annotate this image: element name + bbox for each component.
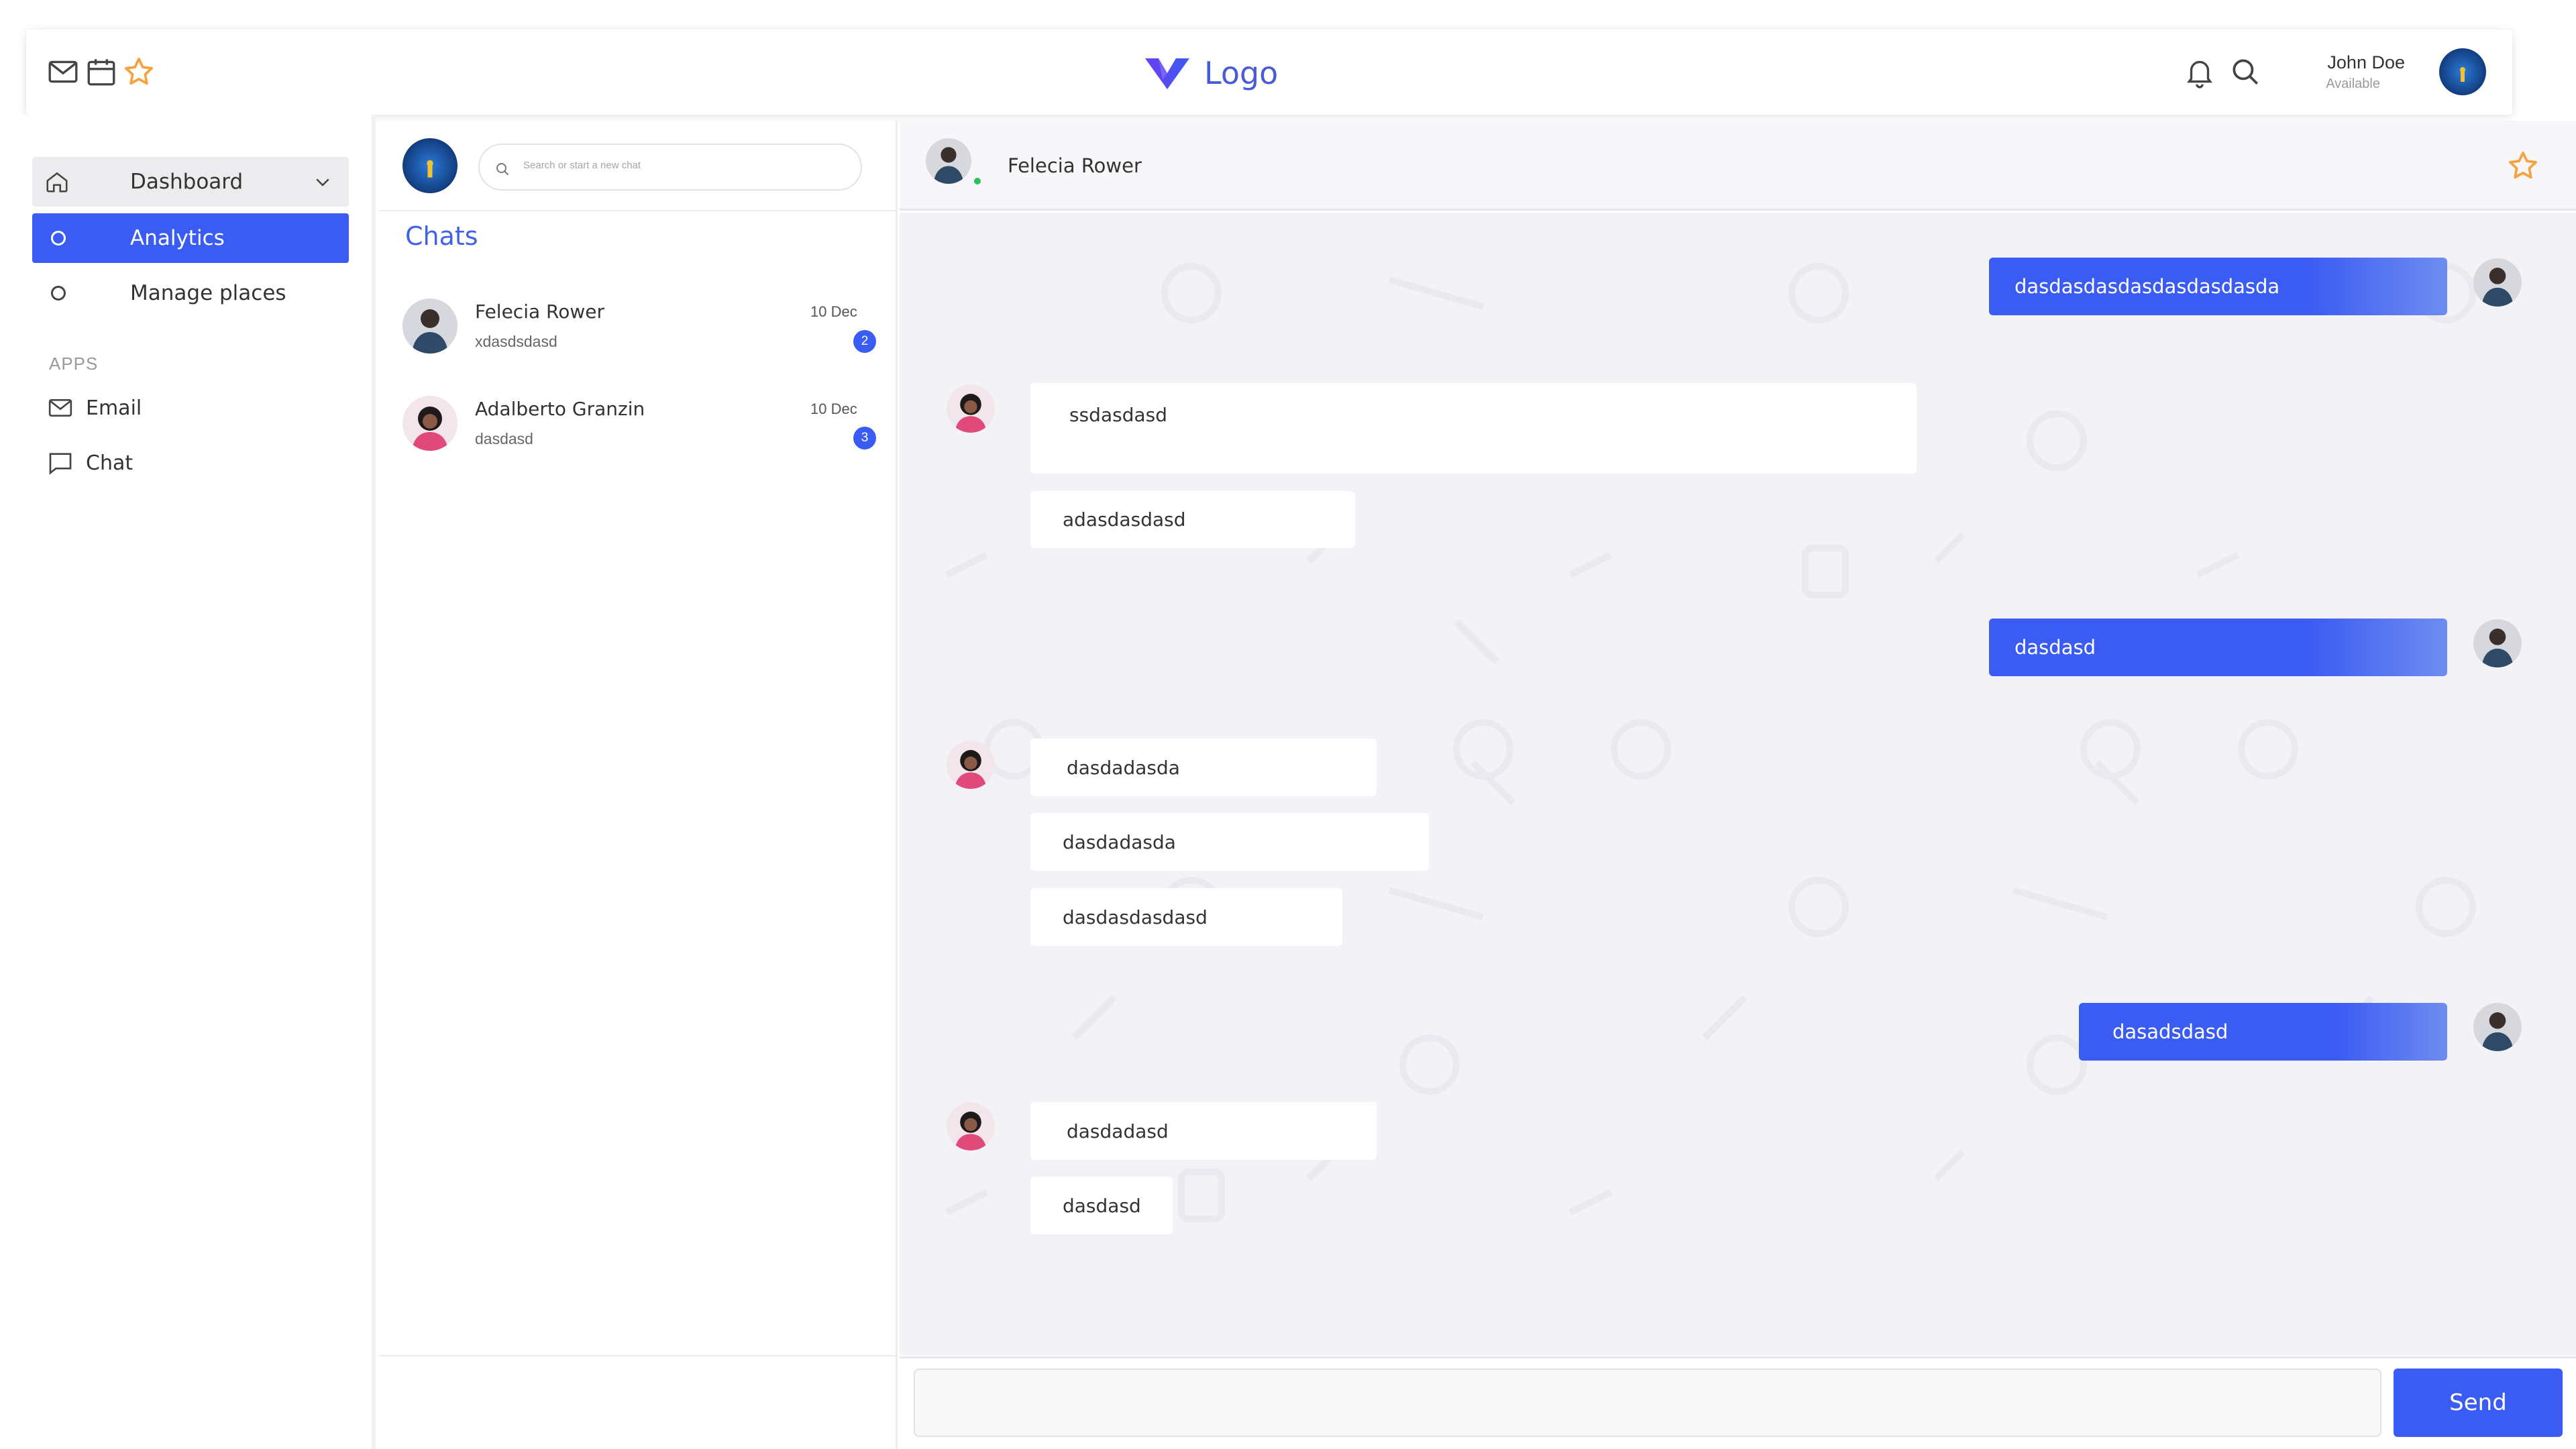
sender-avatar bbox=[2473, 1003, 2522, 1051]
home-icon bbox=[46, 172, 68, 193]
divider bbox=[380, 210, 898, 211]
user-name: John Doe bbox=[2327, 52, 2405, 72]
calendar-icon[interactable] bbox=[85, 55, 118, 89]
online-status-dot bbox=[972, 176, 983, 186]
circle-icon bbox=[51, 286, 66, 301]
message-bubble-outgoing: dasadsdasd bbox=[2079, 1003, 2447, 1061]
contact-avatar bbox=[402, 299, 458, 354]
apps-heading: APPS bbox=[49, 354, 99, 374]
message-bubble-outgoing: dasdasdasdasdasdasdasda bbox=[1989, 258, 2447, 315]
search-icon bbox=[496, 163, 509, 176]
sidebar-item-label: Dashboard bbox=[130, 170, 244, 194]
sender-avatar bbox=[947, 1102, 995, 1150]
message-bubble-incoming: dasdadasda bbox=[1030, 813, 1429, 871]
conversation-header bbox=[900, 121, 2576, 211]
contact-avatar[interactable] bbox=[926, 138, 971, 184]
top-navbar: Logo John Doe Available bbox=[26, 30, 2512, 115]
chevron-down-icon bbox=[316, 178, 329, 186]
star-icon[interactable] bbox=[122, 55, 156, 89]
sidebar-item-dashboard[interactable]: Dashboard bbox=[32, 157, 349, 207]
message-bubble-outgoing: dasdasd bbox=[1989, 619, 2447, 676]
sidebar-item-email[interactable]: Email bbox=[47, 388, 142, 428]
chat-date: 10 Dec bbox=[810, 303, 857, 320]
logo[interactable]: Logo bbox=[1144, 50, 1278, 97]
sidebar-item-label: Email bbox=[86, 396, 142, 420]
user-avatar[interactable] bbox=[2439, 48, 2486, 95]
sidebar-item-chat[interactable]: Chat bbox=[47, 443, 133, 483]
user-status: Available bbox=[2326, 76, 2380, 91]
divider bbox=[380, 1355, 898, 1356]
bell-icon[interactable] bbox=[2183, 55, 2216, 89]
conversation-contact-name: Felecia Rower bbox=[1008, 154, 1142, 177]
sender-avatar bbox=[2473, 619, 2522, 667]
chat-bubble-icon bbox=[49, 453, 72, 475]
sender-avatar bbox=[947, 741, 995, 789]
star-icon[interactable] bbox=[2506, 149, 2540, 182]
send-button[interactable]: Send bbox=[2394, 1368, 2563, 1437]
chat-list-item[interactable]: Felecia Rower xdasdsdasd 10 Dec 2 bbox=[382, 288, 895, 369]
search-icon[interactable] bbox=[2229, 55, 2262, 89]
circle-icon bbox=[51, 231, 66, 246]
message-bubble-incoming: adasdasdasd bbox=[1030, 491, 1355, 548]
unread-badge: 2 bbox=[853, 330, 876, 353]
search-placeholder: Search or start a new chat bbox=[523, 160, 641, 171]
message-bubble-incoming: dasdadasda bbox=[1030, 739, 1377, 796]
message-bubble-incoming: dasdasdasdasd bbox=[1030, 888, 1342, 946]
message-bubble-incoming: ssdasdasd bbox=[1030, 383, 1917, 474]
sidebar-item-analytics[interactable]: Analytics bbox=[32, 213, 349, 263]
sidebar-item-label: Analytics bbox=[130, 226, 225, 250]
message-input[interactable] bbox=[914, 1368, 2381, 1437]
contact-avatar bbox=[402, 396, 458, 451]
sidebar-item-label: Chat bbox=[86, 451, 133, 475]
logo-mark-icon bbox=[1145, 58, 1189, 89]
sender-avatar bbox=[947, 384, 995, 433]
logo-text: Logo bbox=[1204, 55, 1279, 91]
message-area[interactable]: dasdasdasdasdasdasdasda ssdasdasd adasda… bbox=[900, 213, 2576, 1355]
mail-icon[interactable] bbox=[46, 55, 80, 89]
message-bubble-incoming: dasdasd bbox=[1030, 1177, 1173, 1234]
chat-name: Adalberto Granzin bbox=[475, 398, 645, 420]
my-avatar[interactable] bbox=[402, 138, 458, 193]
sidebar-item-manage-places[interactable]: Manage places bbox=[32, 268, 349, 318]
chat-name: Felecia Rower bbox=[475, 301, 605, 323]
sidebar-item-label: Manage places bbox=[130, 281, 286, 305]
sender-avatar bbox=[2473, 258, 2522, 307]
unread-badge: 3 bbox=[853, 427, 876, 449]
chat-list-item[interactable]: Adalberto Granzin dasdasd 10 Dec 3 bbox=[382, 386, 895, 466]
chat-date: 10 Dec bbox=[810, 400, 857, 417]
message-bubble-incoming: dasdadasd bbox=[1030, 1102, 1377, 1160]
chats-title: Chats bbox=[405, 221, 478, 251]
mail-icon bbox=[48, 399, 72, 417]
chat-preview: xdasdsdasd bbox=[475, 333, 557, 350]
chat-preview: dasdasd bbox=[475, 430, 533, 447]
